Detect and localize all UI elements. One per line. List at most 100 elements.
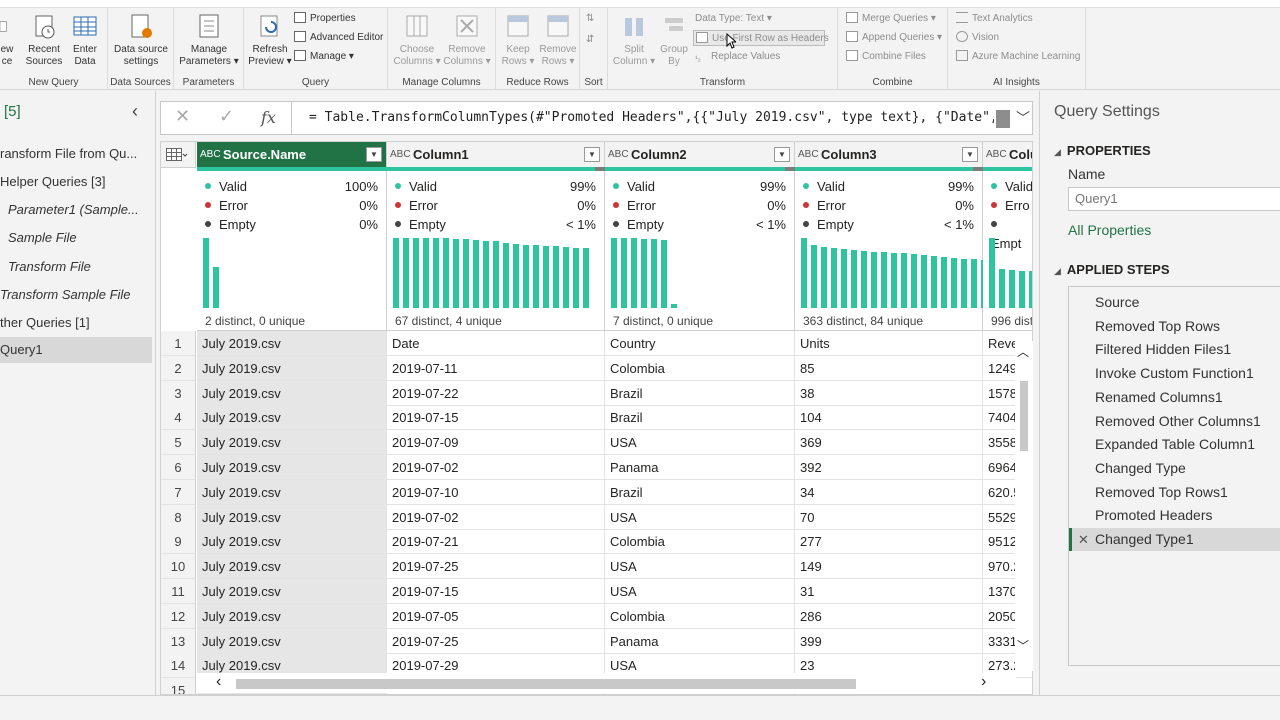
applied-step[interactable]: Removed Top Rows xyxy=(1069,315,1280,338)
distribution-bar[interactable] xyxy=(931,256,937,308)
merge-queries-button[interactable]: Merge Queries ▾ xyxy=(846,11,936,27)
manage-parameters-button[interactable]: Manage Parameters ▾ xyxy=(176,13,242,68)
applied-step[interactable]: Filtered Hidden Files1 xyxy=(1069,338,1280,361)
table-cell[interactable]: 2019-07-02 xyxy=(387,505,605,530)
text-type-icon[interactable]: ABC xyxy=(798,143,819,167)
use-first-row-as-headers-button[interactable]: Use First Row as Headers xyxy=(693,30,829,46)
distribution-bar[interactable] xyxy=(563,247,569,308)
applied-step[interactable]: ✕ Changed Type1 xyxy=(1069,528,1280,551)
table-cell[interactable]: 2019-07-09 xyxy=(387,430,605,455)
distribution-bar[interactable] xyxy=(573,248,579,308)
row-number[interactable]: 10 xyxy=(161,554,196,579)
scroll-up-icon[interactable]: ︿ xyxy=(1017,343,1029,360)
keep-rows-button[interactable]: Keep Rows ▾ xyxy=(498,13,538,68)
table-cell[interactable]: 2019-07-25 xyxy=(387,629,605,654)
column-header[interactable]: ABC Source.Name ▼ xyxy=(197,142,387,168)
split-column-button[interactable]: Split Column ▾ xyxy=(612,13,656,68)
distribution-bar[interactable] xyxy=(801,238,807,308)
distribution-bar[interactable] xyxy=(403,238,409,308)
distribution-bar[interactable] xyxy=(203,238,209,308)
data-type-dropdown[interactable]: Data Type: Text ▾ xyxy=(695,11,772,27)
distribution-bar[interactable] xyxy=(671,304,677,308)
row-number[interactable]: 15 xyxy=(161,678,196,694)
all-properties-link[interactable]: All Properties xyxy=(1068,222,1151,238)
table-cell[interactable]: July 2019.csv xyxy=(197,430,387,455)
row-number[interactable]: 13 xyxy=(161,629,196,654)
distribution-bar[interactable] xyxy=(811,245,817,308)
distribution-bar[interactable] xyxy=(443,238,449,308)
remove-columns-button[interactable]: Remove Columns ▾ xyxy=(442,13,492,68)
table-cell[interactable]: Brazil xyxy=(605,480,795,505)
table-cell[interactable]: Brazil xyxy=(605,405,795,430)
azure-ml-button[interactable]: Azure Machine Learning xyxy=(956,49,1080,65)
table-cell[interactable]: July 2019.csv xyxy=(197,381,387,406)
row-number[interactable]: 6 xyxy=(161,455,196,480)
text-type-icon[interactable]: ABC xyxy=(200,143,221,167)
data-source-settings-button[interactable]: Data source settings xyxy=(110,13,172,68)
refresh-preview-button[interactable]: Refresh Preview ▾ xyxy=(248,13,292,68)
table-cell[interactable]: July 2019.csv xyxy=(197,579,387,604)
distribution-bar[interactable] xyxy=(631,238,637,308)
distribution-bar[interactable] xyxy=(543,246,549,308)
applied-step[interactable]: Expanded Table Column1 xyxy=(1069,433,1280,456)
distribution-bar[interactable] xyxy=(661,240,667,308)
table-cell[interactable]: 38 xyxy=(795,381,983,406)
applied-step[interactable]: Source xyxy=(1069,291,1280,314)
query-item-query1[interactable]: Query1 xyxy=(0,337,152,363)
distribution-bar[interactable] xyxy=(941,257,947,308)
applied-step[interactable]: Changed Type xyxy=(1069,457,1280,480)
query-folder-helper-queries[interactable]: Helper Queries [3] xyxy=(0,169,152,195)
applied-step[interactable]: Removed Other Columns1 xyxy=(1069,410,1280,433)
query-item-sample-file[interactable]: Sample File xyxy=(0,225,152,251)
vertical-scroll-thumb[interactable] xyxy=(1020,381,1028,451)
table-cell[interactable]: 2019-07-21 xyxy=(387,529,605,554)
distribution-bar[interactable] xyxy=(583,248,589,308)
row-number[interactable]: 2 xyxy=(161,356,196,381)
distribution-bar[interactable] xyxy=(503,243,509,308)
table-cell[interactable]: July 2019.csv xyxy=(197,331,387,356)
applied-step[interactable]: Promoted Headers xyxy=(1069,504,1280,527)
table-cell[interactable]: Date xyxy=(387,331,605,356)
fx-icon[interactable]: fx xyxy=(261,108,276,127)
table-cell[interactable]: 2019-07-05 xyxy=(387,604,605,629)
table-cell[interactable]: 369 xyxy=(795,430,983,455)
text-type-icon[interactable]: ABC xyxy=(608,143,629,167)
distribution-bar[interactable] xyxy=(881,252,887,308)
distribution-bar[interactable] xyxy=(821,247,827,308)
table-cell[interactable]: 31 xyxy=(795,579,983,604)
distribution-bar[interactable] xyxy=(1029,271,1032,308)
column-header[interactable]: ABC Column2 ▼ xyxy=(605,142,795,168)
distribution-bar[interactable] xyxy=(971,259,977,308)
row-number[interactable]: 12 xyxy=(161,604,196,629)
row-number[interactable]: 14 xyxy=(161,653,196,678)
row-number[interactable]: 7 xyxy=(161,480,196,505)
table-cell[interactable]: July 2019.csv xyxy=(197,505,387,530)
sort-descending-button[interactable]: ⇵ xyxy=(586,32,594,48)
column-filter-dropdown[interactable]: ▼ xyxy=(366,147,382,162)
append-queries-button[interactable]: Append Queries ▾ xyxy=(846,30,942,46)
table-cell[interactable]: Colombia xyxy=(605,529,795,554)
column-header[interactable]: ABCColu xyxy=(983,142,1032,168)
row-number[interactable]: 8 xyxy=(161,505,196,530)
enter-data-button[interactable]: Enter Data xyxy=(68,13,102,68)
distribution-bar[interactable] xyxy=(961,259,967,308)
distribution-bar[interactable] xyxy=(611,238,617,308)
table-cell[interactable]: July 2019.csv xyxy=(197,604,387,629)
table-cell[interactable]: 2019-07-11 xyxy=(387,356,605,381)
table-cell[interactable]: Colombia xyxy=(605,356,795,381)
text-analytics-button[interactable]: Text Analytics xyxy=(956,11,1033,27)
horizontal-scrollbar[interactable]: ‹ › xyxy=(196,673,1016,693)
table-cell[interactable]: Units xyxy=(795,331,983,356)
table-cell[interactable]: 2019-07-10 xyxy=(387,480,605,505)
table-cell[interactable]: Panama xyxy=(605,629,795,654)
column-filter-dropdown[interactable]: ▼ xyxy=(774,147,790,162)
table-cell[interactable]: July 2019.csv xyxy=(197,455,387,480)
distribution-bar[interactable] xyxy=(493,241,499,308)
distribution-bar[interactable] xyxy=(413,238,419,308)
table-cell[interactable]: 70 xyxy=(795,505,983,530)
distribution-bar[interactable] xyxy=(453,239,459,308)
combine-files-button[interactable]: Combine Files xyxy=(846,49,926,65)
column-filter-dropdown[interactable]: ▼ xyxy=(584,147,600,162)
choose-columns-button[interactable]: Choose Columns ▾ xyxy=(392,13,442,68)
distribution-bar[interactable] xyxy=(533,245,539,308)
